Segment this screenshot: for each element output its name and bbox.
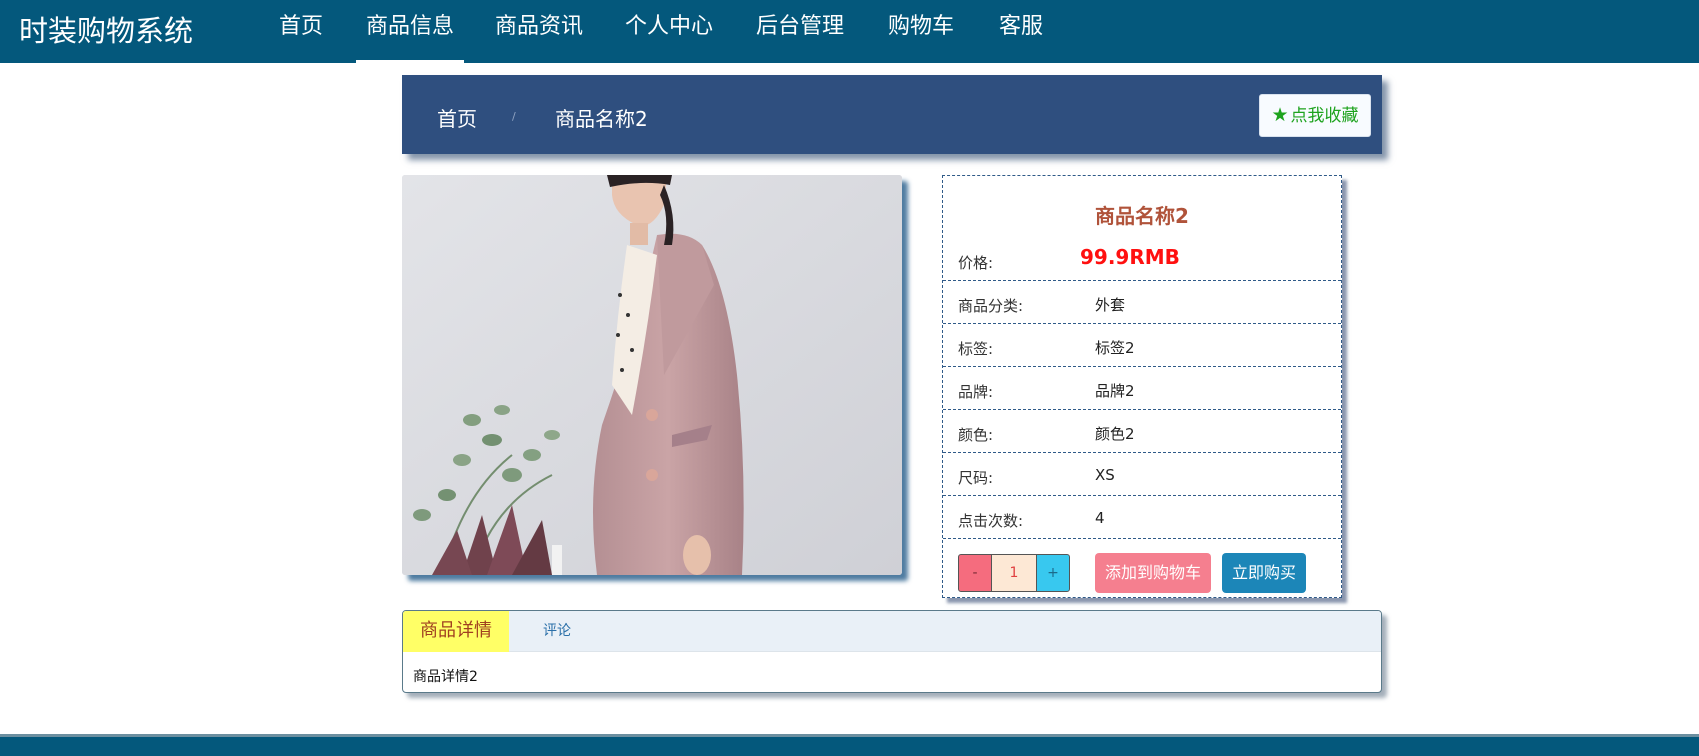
breadcrumb-separator: /: [512, 110, 516, 123]
quantity-increment-button[interactable]: +: [1036, 554, 1070, 592]
field-label: 点击次数:: [958, 512, 1024, 530]
footer-bar: [0, 734, 1699, 756]
price-label: 价格:: [958, 254, 994, 272]
tab-content: 商品详情2: [413, 669, 478, 685]
nav-item-product-news[interactable]: 商品资讯: [494, 0, 584, 63]
brand-row: 品牌: 品牌2: [943, 367, 1341, 410]
field-value: 颜色2: [1095, 425, 1135, 443]
favorite-label: 点我收藏: [1290, 106, 1359, 126]
field-label: 品牌:: [958, 383, 994, 401]
field-value: 品牌2: [1095, 382, 1135, 400]
product-title: 商品名称2: [1095, 204, 1189, 228]
price-value: 99.9RMB: [1080, 245, 1180, 269]
breadcrumb-current: 商品名称2: [555, 107, 648, 131]
field-label: 尺码:: [958, 469, 994, 487]
click-count-row: 点击次数: 4: [943, 496, 1341, 539]
field-label: 标签:: [958, 340, 994, 358]
price-row: 价格: 99.9RMB: [943, 238, 1341, 281]
add-to-cart-button[interactable]: 添加到购物车: [1095, 553, 1211, 593]
tag-row: 标签: 标签2: [943, 324, 1341, 367]
buy-now-button[interactable]: 立即购买: [1222, 553, 1306, 593]
quantity-stepper: - 1 +: [958, 554, 1070, 592]
tab-product-detail[interactable]: 商品详情: [403, 611, 509, 652]
product-photo-illustration: [402, 175, 902, 575]
nav-item-home[interactable]: 首页: [274, 0, 328, 63]
nav-item-service[interactable]: 客服: [997, 0, 1045, 63]
product-image: [402, 175, 902, 575]
tab-header: 商品详情 评论: [403, 611, 1381, 652]
color-row: 颜色: 颜色2: [943, 410, 1341, 453]
nav-item-user-center[interactable]: 个人中心: [624, 0, 714, 63]
nav-item-product-info[interactable]: 商品信息: [356, 0, 464, 63]
detail-tabs: 商品详情 评论 商品详情2: [402, 610, 1382, 693]
quantity-input[interactable]: 1: [992, 554, 1036, 592]
quantity-decrement-button[interactable]: -: [958, 554, 992, 592]
field-value: 4: [1095, 509, 1105, 527]
breadcrumb: 首页 / 商品名称2 ★ 点我收藏: [402, 75, 1382, 154]
product-info-panel: 商品名称2 价格: 99.9RMB 商品分类: 外套 标签: 标签2 品牌: 品…: [942, 175, 1342, 598]
category-row: 商品分类: 外套: [943, 281, 1341, 324]
nav-item-admin[interactable]: 后台管理: [755, 0, 845, 63]
top-navbar: 时装购物系统 首页 商品信息 商品资讯 个人中心 后台管理 购物车 客服: [0, 0, 1699, 63]
nav-item-cart[interactable]: 购物车: [887, 0, 955, 63]
tab-comments[interactable]: 评论: [543, 611, 571, 652]
site-brand[interactable]: 时装购物系统: [19, 8, 193, 50]
favorite-button[interactable]: ★ 点我收藏: [1259, 94, 1371, 137]
field-label: 颜色:: [958, 426, 994, 444]
field-value: XS: [1095, 466, 1115, 484]
star-icon: ★: [1271, 104, 1289, 126]
breadcrumb-home[interactable]: 首页: [437, 103, 477, 132]
field-value: 标签2: [1095, 339, 1135, 357]
field-label: 商品分类:: [958, 297, 1024, 315]
size-row: 尺码: XS: [943, 453, 1341, 496]
field-value: 外套: [1095, 296, 1126, 314]
